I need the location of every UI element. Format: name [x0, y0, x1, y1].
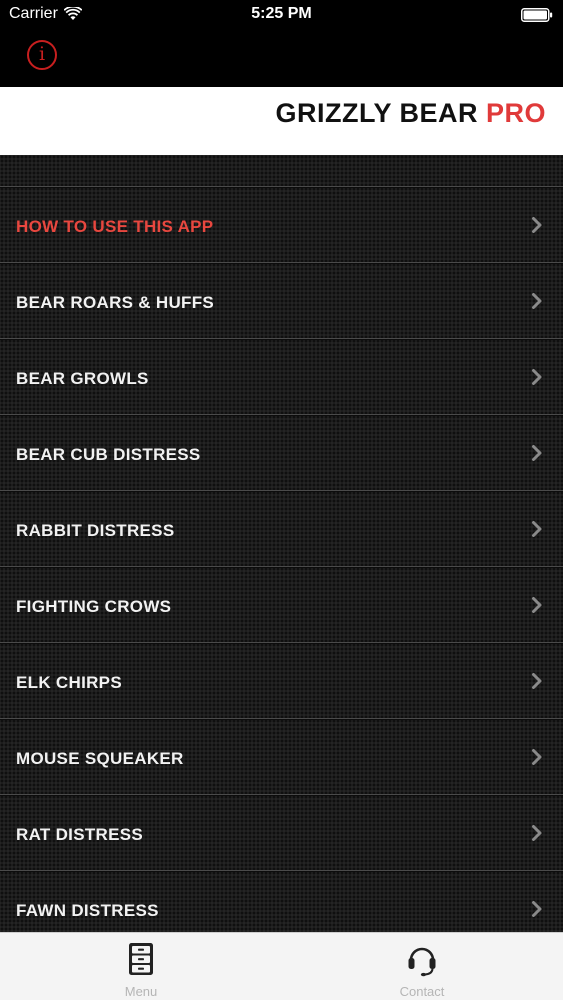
menu-item[interactable]: BEAR ROARS & HUFFS: [0, 263, 563, 339]
menu-item-label: BEAR CUB DISTRESS: [16, 445, 201, 464]
menu-item[interactable]: FIGHTING CROWS: [0, 567, 563, 643]
menu-item[interactable]: RABBIT DISTRESS: [0, 491, 563, 567]
chevron-right-icon: [532, 597, 542, 613]
menu-item[interactable]: BEAR GROWLS: [0, 339, 563, 415]
info-button[interactable]: i: [27, 40, 57, 70]
headset-icon: [408, 947, 436, 977]
chevron-right-icon: [532, 673, 542, 689]
tab-bar: Menu Contact: [0, 932, 563, 1000]
menu-item[interactable]: RAT DISTRESS: [0, 795, 563, 871]
chevron-right-icon: [532, 293, 542, 309]
tab-contact[interactable]: Contact: [362, 933, 482, 1000]
tab-menu-label: Menu: [124, 984, 158, 999]
menu-item[interactable]: HOW TO USE THIS APP: [0, 187, 563, 263]
menu-item[interactable]: FAWN DISTRESS: [0, 871, 563, 932]
menu-item-label: RAT DISTRESS: [16, 825, 144, 844]
menu-item-label: BEAR ROARS & HUFFS: [16, 293, 215, 312]
info-icon: i: [38, 43, 46, 65]
chevron-right-icon: [532, 217, 542, 233]
battery-icon: [521, 8, 553, 22]
tab-contact-label: Contact: [399, 984, 445, 999]
menu-item-label: HOW TO USE THIS APP: [16, 217, 214, 236]
chevron-right-icon: [532, 445, 542, 461]
chevron-right-icon: [532, 369, 542, 385]
sound-menu-list: HOW TO USE THIS APP BEAR ROARS & HUFFS BEA…: [0, 155, 563, 932]
menu-item[interactable]: ELK CHIRPS: [0, 643, 563, 719]
menu-item-label: MOUSE SQUEAKER: [16, 749, 184, 768]
app-title: GRIZZLY BEAR PRO: [275, 98, 546, 129]
menu-item-label: BEAR GROWLS: [16, 369, 149, 388]
menu-item[interactable]: BEAR CUB DISTRESS: [0, 415, 563, 491]
app-title-accent: PRO: [485, 98, 546, 128]
menu-top-spacer: [0, 155, 563, 187]
menu-item-label: ELK CHIRPS: [16, 673, 122, 692]
title-banner: GRIZZLY BEAR PRO: [0, 87, 563, 155]
tab-menu[interactable]: Menu: [81, 933, 201, 1000]
chevron-right-icon: [532, 901, 542, 917]
file-cabinet-icon: [129, 943, 153, 975]
menu-item-label: RABBIT DISTRESS: [16, 521, 175, 540]
chevron-right-icon: [532, 825, 542, 841]
menu-item-label: FIGHTING CROWS: [16, 597, 172, 616]
status-bar: Carrier 5:25 PM: [0, 0, 563, 30]
menu-item-label: FAWN DISTRESS: [16, 901, 159, 920]
menu-items: HOW TO USE THIS APP BEAR ROARS & HUFFS BEA…: [0, 187, 563, 932]
status-time: 5:25 PM: [251, 5, 312, 22]
chevron-right-icon: [532, 521, 542, 537]
chevron-right-icon: [532, 749, 542, 765]
navigation-bar: i: [0, 30, 563, 87]
menu-item[interactable]: MOUSE SQUEAKER: [0, 719, 563, 795]
app-title-main: GRIZZLY BEAR: [275, 98, 486, 128]
